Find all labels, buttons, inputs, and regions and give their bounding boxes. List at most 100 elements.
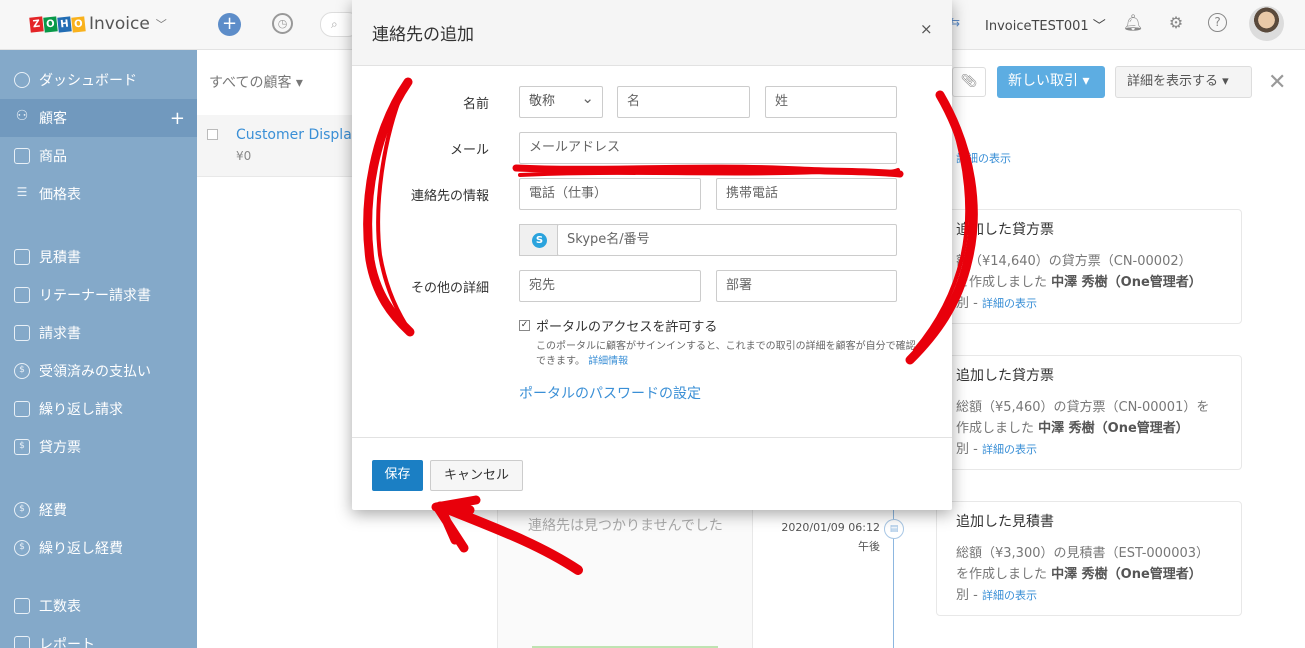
customer-name[interactable]: Customer Display xyxy=(236,127,360,143)
estimate-icon xyxy=(14,249,30,265)
report-icon xyxy=(14,636,30,648)
sidebar: ダッシュボード ⚇ 顧客 + 商品 ☰ 価格表 見積書 リテーナー請求書 請求書 $ 受… xyxy=(0,50,197,648)
sidebar-item-items[interactable]: 商品 xyxy=(0,137,197,175)
activity-line: 作成しました xyxy=(956,421,1039,436)
bell-icon[interactable]: 🔔︎ xyxy=(1122,12,1144,34)
sidebar-item-customers[interactable]: ⚇ 顧客 + xyxy=(0,99,197,137)
new-transaction-button[interactable]: 新しい取引 ▾ xyxy=(997,66,1105,98)
show-details-button[interactable]: 詳細を表示する ▾ xyxy=(1115,66,1252,98)
logo-letter: O xyxy=(71,15,86,33)
activity-line: 総額（¥5,460）の貸方票（CN-00001）を xyxy=(956,400,1210,415)
gear-icon[interactable]: ⚙ xyxy=(1165,12,1187,34)
sidebar-item-estimates[interactable]: 見積書 xyxy=(0,238,197,276)
portal-access-checkbox[interactable]: ✓ xyxy=(519,320,530,331)
activity-title: 追加した貸方票 xyxy=(956,368,1054,384)
portal-password-link[interactable]: ポータルのパスワードの設定 xyxy=(519,383,701,403)
activity-line: 別 - xyxy=(956,588,982,603)
customer-filter-label: すべての顧客 ▾ xyxy=(209,75,303,91)
paperclip-icon[interactable]: 📎︎ xyxy=(952,67,986,97)
sidebar-item-label: 工数表 xyxy=(39,599,81,615)
sidebar-item-label: 受領済みの支払い xyxy=(39,364,151,380)
sidebar-item-reports[interactable]: レポート xyxy=(0,625,197,648)
activity-line: を作成しました xyxy=(956,275,1052,290)
view-details-link[interactable]: 詳細の表示 xyxy=(956,150,1011,166)
customer-filter[interactable]: すべての顧客 ▾ xyxy=(197,50,352,112)
skype-field[interactable]: Skype名/番号 xyxy=(557,224,897,256)
zoho-logo: Z O H O xyxy=(29,15,86,33)
name-label: 名前 xyxy=(462,97,489,112)
email-label: メール xyxy=(449,143,489,158)
logo-letter: Z xyxy=(29,15,44,33)
activity-user: 中澤 秀樹（One管理者） xyxy=(1038,421,1189,436)
portal-note: このポータルに顧客がサインインすると、これまでの取引の詳細を顧客が自分で確認でき… xyxy=(536,339,916,369)
dialog-title: 連絡先の追加 xyxy=(372,25,474,45)
app-switcher[interactable]: Z O H O Invoice ﹀ xyxy=(29,13,167,35)
first-name-field[interactable]: 名 xyxy=(617,86,750,118)
activity-line: を作成しました xyxy=(956,567,1052,582)
other-details-label: その他の詳細 xyxy=(410,281,489,296)
sidebar-item-label: レポート xyxy=(39,637,95,648)
activity-user: 中澤 秀樹（One管理者） xyxy=(1051,275,1202,290)
user-icon: ⚇ xyxy=(15,108,29,124)
activity-line: 別 - xyxy=(956,442,982,457)
email-field[interactable]: メールアドレス xyxy=(519,132,897,164)
work-phone-field[interactable]: 電話（仕事） xyxy=(519,178,701,210)
sidebar-item-credit-notes[interactable]: $ 貸方票 xyxy=(0,428,197,466)
org-switcher[interactable]: InvoiceTEST001 ﹀ xyxy=(985,15,1106,34)
view-details-link[interactable]: 詳細の表示 xyxy=(982,589,1037,602)
sidebar-item-expenses[interactable]: $ 経費 xyxy=(0,491,197,529)
activity-line: 総額（¥3,300）の見積書（EST-000003） xyxy=(956,546,1210,561)
sidebar-item-retainer[interactable]: リテーナー請求書 xyxy=(0,276,197,314)
view-details-link[interactable]: 詳細の表示 xyxy=(982,443,1037,456)
salutation-select[interactable]: 敬称 xyxy=(519,83,603,118)
history-icon[interactable]: ◷ xyxy=(272,13,293,34)
sidebar-item-label: 繰り返し経費 xyxy=(39,541,123,557)
department-field[interactable]: 部署 xyxy=(716,270,897,302)
row-checkbox[interactable] xyxy=(207,129,218,140)
dialog-footer: 保存 キャンセル xyxy=(352,437,952,510)
avatar[interactable] xyxy=(1249,6,1284,41)
skype-icon: S xyxy=(519,224,558,256)
sidebar-item-label: 請求書 xyxy=(39,326,81,342)
activity-user: 中澤 秀樹（One管理者） xyxy=(1051,567,1202,582)
more-info-link[interactable]: 詳細情報 xyxy=(588,356,628,367)
recurring-icon xyxy=(14,401,30,417)
sidebar-item-recurring-expenses[interactable]: $ 繰り返し経費 xyxy=(0,529,197,567)
sidebar-item-recurring[interactable]: 繰り返し請求 xyxy=(0,390,197,428)
activity-line: 別 - xyxy=(956,296,982,311)
logo-letter: H xyxy=(57,15,72,33)
sidebar-item-timesheet[interactable]: 工数表 xyxy=(0,587,197,625)
close-icon[interactable]: × xyxy=(920,20,933,38)
sidebar-item-pricelists[interactable]: ☰ 価格表 xyxy=(0,175,197,213)
mobile-phone-field[interactable]: 携帯電話 xyxy=(716,178,897,210)
help-icon[interactable]: ? xyxy=(1208,13,1227,32)
sidebar-item-payments[interactable]: $ 受領済みの支払い xyxy=(0,352,197,390)
activity-body: 総額（¥5,460）の貸方票（CN-00001）を 作成しました 中澤 秀樹（O… xyxy=(956,397,1226,460)
portal-access-label[interactable]: ポータルのアクセスを許可する xyxy=(536,316,717,335)
sidebar-item-dashboard[interactable]: ダッシュボード xyxy=(0,61,197,99)
table-row[interactable]: Customer Display ¥0 xyxy=(197,115,360,177)
sidebar-item-label: 見積書 xyxy=(39,250,81,266)
timeline-date-text: 2020/01/09 06:12 xyxy=(781,521,880,534)
timeline-date: 2020/01/09 06:12 午後 xyxy=(772,518,880,556)
view-details-link[interactable]: 詳細の表示 xyxy=(982,297,1037,310)
last-name-field[interactable]: 姓 xyxy=(765,86,897,118)
dialog-header: 連絡先の追加 × xyxy=(352,0,952,66)
activity-line: 額（¥14,640）の貸方票（CN-00002） xyxy=(956,254,1192,269)
sidebar-item-label: 顧客 xyxy=(39,111,67,127)
save-button[interactable]: 保存 xyxy=(372,460,423,491)
timesheet-icon xyxy=(14,598,30,614)
sidebar-item-invoices[interactable]: 請求書 xyxy=(0,314,197,352)
designation-field[interactable]: 宛先 xyxy=(519,270,701,302)
quick-create-plus-icon[interactable]: + xyxy=(218,13,241,36)
app-name: Invoice xyxy=(89,14,150,34)
close-icon[interactable]: ✕ xyxy=(1268,70,1286,95)
contact-info-label: 連絡先の情報 xyxy=(410,189,489,204)
sidebar-item-label: 繰り返し請求 xyxy=(39,402,123,418)
add-customer-plus-icon[interactable]: + xyxy=(170,108,185,129)
invoice-icon xyxy=(14,325,30,341)
cancel-button[interactable]: キャンセル xyxy=(430,460,523,491)
logo-letter: O xyxy=(43,15,58,33)
comment-icon: ▤ xyxy=(884,519,904,539)
org-name: InvoiceTEST001 xyxy=(985,19,1089,34)
